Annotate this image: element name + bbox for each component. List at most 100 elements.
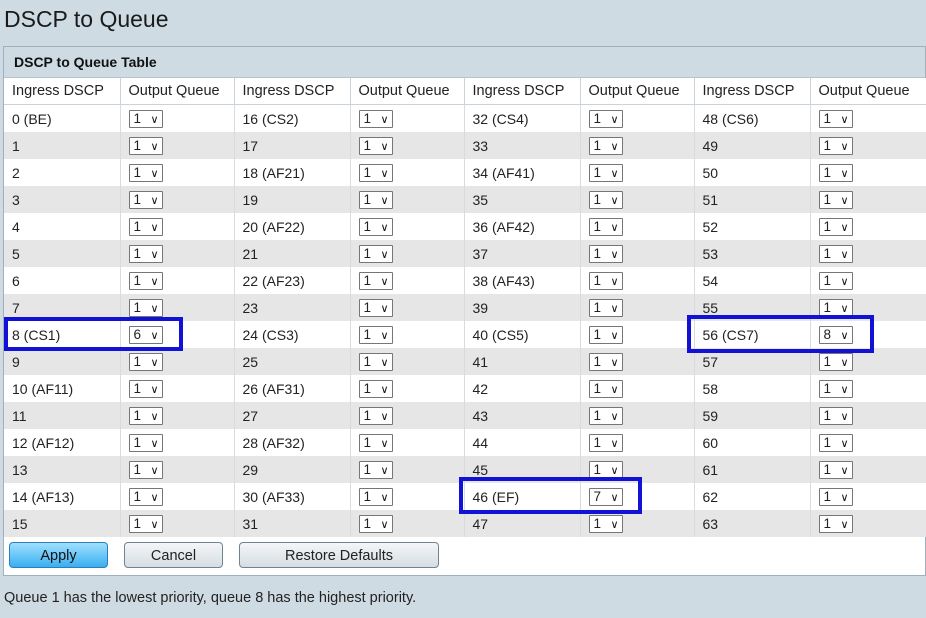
output-queue-select[interactable]: 1 ∨ xyxy=(128,190,163,209)
output-queue-select[interactable]: 1 ∨ xyxy=(818,271,853,290)
output-queue-select[interactable]: 1 ∨ xyxy=(128,460,163,479)
output-queue-select[interactable]: 1 ∨ xyxy=(128,163,163,182)
output-queue-select[interactable]: 1 ∨ xyxy=(128,136,163,155)
restore-defaults-button[interactable]: Restore Defaults xyxy=(239,542,439,568)
chevron-down-icon: ∨ xyxy=(610,193,619,207)
output-queue-select[interactable]: 1 ∨ xyxy=(818,352,853,371)
output-queue-select[interactable]: 1 ∨ xyxy=(358,190,393,209)
cancel-button[interactable]: Cancel xyxy=(124,542,223,568)
chevron-down-icon: ∨ xyxy=(380,166,389,180)
output-queue-select[interactable]: 1 ∨ xyxy=(818,298,853,317)
table-row: 10 (AF11) 1 ∨ 26 (AF31) 1 ∨ 42 1 ∨ 58 1 ∨ xyxy=(4,375,926,402)
output-queue-select[interactable]: 1 ∨ xyxy=(358,163,393,182)
output-queue-select[interactable]: 1 ∨ xyxy=(128,298,163,317)
output-queue-value: 1 xyxy=(133,461,142,477)
output-queue-select[interactable]: 1 ∨ xyxy=(818,514,853,533)
output-queue-value: 1 xyxy=(823,434,832,450)
output-queue-value: 1 xyxy=(823,245,832,261)
output-queue-select[interactable]: 1 ∨ xyxy=(818,433,853,452)
page-title: DSCP to Queue xyxy=(4,6,169,32)
output-queue-select[interactable]: 1 ∨ xyxy=(358,244,393,263)
output-queue-select[interactable]: 1 ∨ xyxy=(588,217,623,236)
output-queue-cell: 1 ∨ xyxy=(580,294,695,321)
ingress-dscp-cell: 3 xyxy=(4,186,121,213)
output-queue-select[interactable]: 1 ∨ xyxy=(818,244,853,263)
output-queue-select[interactable]: 1 ∨ xyxy=(358,406,393,425)
output-queue-select[interactable]: 1 ∨ xyxy=(588,406,623,425)
output-queue-select[interactable]: 1 ∨ xyxy=(358,298,393,317)
output-queue-select[interactable]: 1 ∨ xyxy=(588,379,623,398)
output-queue-select[interactable]: 7 ∨ xyxy=(588,487,623,506)
chevron-down-icon: ∨ xyxy=(380,463,389,477)
output-queue-select[interactable]: 1 ∨ xyxy=(818,217,853,236)
output-queue-select[interactable]: 1 ∨ xyxy=(588,190,623,209)
output-queue-select[interactable]: 1 ∨ xyxy=(588,460,623,479)
output-queue-select[interactable]: 1 ∨ xyxy=(128,514,163,533)
output-queue-value: 1 xyxy=(593,110,602,126)
output-queue-select[interactable]: 1 ∨ xyxy=(358,352,393,371)
output-queue-select[interactable]: 1 ∨ xyxy=(588,244,623,263)
ingress-dscp-cell: 33 xyxy=(464,132,581,159)
output-queue-select[interactable]: 1 ∨ xyxy=(818,406,853,425)
output-queue-select[interactable]: 1 ∨ xyxy=(588,352,623,371)
ingress-dscp-cell: 51 xyxy=(694,186,811,213)
chevron-down-icon: ∨ xyxy=(380,436,389,450)
column-header-output-queue: Output Queue xyxy=(580,78,695,105)
output-queue-select[interactable]: 1 ∨ xyxy=(358,379,393,398)
output-queue-select[interactable]: 1 ∨ xyxy=(818,163,853,182)
output-queue-select[interactable]: 1 ∨ xyxy=(358,433,393,452)
output-queue-cell: 1 ∨ xyxy=(810,240,926,267)
output-queue-select[interactable]: 1 ∨ xyxy=(588,136,623,155)
output-queue-select[interactable]: 1 ∨ xyxy=(128,406,163,425)
output-queue-select[interactable]: 1 ∨ xyxy=(128,352,163,371)
output-queue-value: 1 xyxy=(593,164,602,180)
output-queue-select[interactable]: 8 ∨ xyxy=(818,325,853,344)
output-queue-select[interactable]: 1 ∨ xyxy=(358,487,393,506)
chevron-down-icon: ∨ xyxy=(840,139,849,153)
output-queue-select[interactable]: 1 ∨ xyxy=(128,271,163,290)
chevron-down-icon: ∨ xyxy=(610,409,619,423)
output-queue-select[interactable]: 1 ∨ xyxy=(358,217,393,236)
output-queue-cell: 1 ∨ xyxy=(350,132,465,159)
output-queue-select[interactable]: 1 ∨ xyxy=(588,325,623,344)
apply-button[interactable]: Apply xyxy=(9,542,108,568)
output-queue-select[interactable]: 1 ∨ xyxy=(358,136,393,155)
output-queue-select[interactable]: 1 ∨ xyxy=(358,271,393,290)
output-queue-select[interactable]: 1 ∨ xyxy=(818,190,853,209)
output-queue-select[interactable]: 1 ∨ xyxy=(588,514,623,533)
output-queue-select[interactable]: 1 ∨ xyxy=(358,325,393,344)
output-queue-select[interactable]: 1 ∨ xyxy=(588,298,623,317)
output-queue-select[interactable]: 1 ∨ xyxy=(818,109,853,128)
output-queue-select[interactable]: 1 ∨ xyxy=(818,136,853,155)
output-queue-select[interactable]: 1 ∨ xyxy=(358,109,393,128)
ingress-dscp-cell: 39 xyxy=(464,294,581,321)
table-row: 5 1 ∨ 21 1 ∨ 37 1 ∨ 53 1 ∨ xyxy=(4,240,926,267)
output-queue-select[interactable]: 1 ∨ xyxy=(358,514,393,533)
ingress-dscp-cell: 16 (CS2) xyxy=(234,104,351,132)
output-queue-value: 1 xyxy=(593,326,602,342)
output-queue-select[interactable]: 1 ∨ xyxy=(128,487,163,506)
output-queue-select[interactable]: 1 ∨ xyxy=(588,271,623,290)
output-queue-select[interactable]: 1 ∨ xyxy=(818,379,853,398)
chevron-down-icon: ∨ xyxy=(610,166,619,180)
output-queue-select[interactable]: 1 ∨ xyxy=(128,217,163,236)
output-queue-select[interactable]: 1 ∨ xyxy=(358,460,393,479)
output-queue-select[interactable]: 1 ∨ xyxy=(588,109,623,128)
output-queue-select[interactable]: 1 ∨ xyxy=(818,487,853,506)
output-queue-select[interactable]: 1 ∨ xyxy=(818,460,853,479)
priority-note: Queue 1 has the lowest priority, queue 8… xyxy=(4,590,417,606)
output-queue-select[interactable]: 1 ∨ xyxy=(128,244,163,263)
output-queue-select[interactable]: 1 ∨ xyxy=(588,163,623,182)
output-queue-value: 1 xyxy=(593,272,602,288)
output-queue-cell: 1 ∨ xyxy=(810,375,926,402)
output-queue-cell: 1 ∨ xyxy=(350,348,465,375)
ingress-dscp-cell: 25 xyxy=(234,348,351,375)
output-queue-value: 1 xyxy=(133,380,142,396)
output-queue-value: 1 xyxy=(593,380,602,396)
ingress-dscp-cell: 53 xyxy=(694,240,811,267)
output-queue-select[interactable]: 6 ∨ xyxy=(128,325,163,344)
output-queue-select[interactable]: 1 ∨ xyxy=(128,433,163,452)
output-queue-select[interactable]: 1 ∨ xyxy=(128,379,163,398)
output-queue-select[interactable]: 1 ∨ xyxy=(128,109,163,128)
output-queue-select[interactable]: 1 ∨ xyxy=(588,433,623,452)
